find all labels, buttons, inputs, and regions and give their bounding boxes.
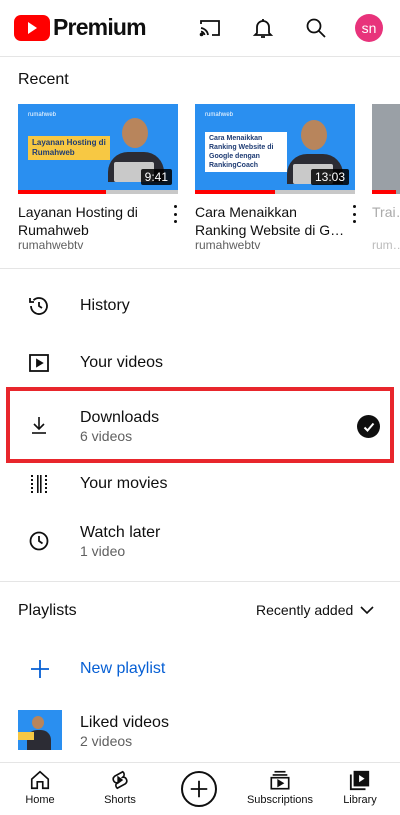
recent-video-channel-2: rumahwebtv	[195, 238, 261, 252]
history-label[interactable]: History	[80, 297, 130, 315]
recent-video-title-3[interactable]: Trai…	[372, 203, 400, 221]
your-movies-label[interactable]: Your movies	[80, 475, 167, 493]
search-icon[interactable]	[302, 14, 330, 42]
thumbnail-caption: Cara Menaikkan Ranking Website di Google…	[205, 132, 287, 172]
thumbnail-caption-block	[18, 732, 34, 740]
liked-videos-thumbnail[interactable]	[18, 710, 62, 750]
watch-progress-bar	[372, 190, 396, 194]
cast-icon[interactable]	[196, 14, 224, 42]
nav-subscriptions[interactable]: Subscriptions	[240, 769, 320, 806]
nav-library-label: Library	[343, 794, 377, 806]
library-icon	[349, 770, 370, 791]
account-avatar[interactable]: sn	[355, 14, 383, 42]
downloaded-check-icon	[357, 415, 380, 438]
home-icon	[30, 770, 50, 790]
create-button[interactable]	[181, 771, 217, 807]
sort-label: Recently added	[256, 602, 354, 618]
plus-icon	[190, 780, 208, 798]
thumbnail-person	[122, 118, 148, 148]
video-duration: 9:41	[140, 169, 172, 185]
sort-dropdown[interactable]: Recently added	[256, 602, 375, 618]
youtube-logo[interactable]: Premium	[14, 14, 147, 41]
watch-later-label[interactable]: Watch later	[80, 524, 160, 542]
watch-progress-remaining	[275, 190, 355, 194]
brand-premium-text: Premium	[53, 14, 147, 40]
thumbnail-caption: Layanan Hosting di Rumahweb	[28, 136, 110, 160]
thumbnail-brand-text: rumahweb	[28, 112, 57, 118]
more-options-icon[interactable]	[349, 205, 359, 223]
liked-videos-label[interactable]: Liked videos	[80, 714, 169, 732]
recent-video-channel-1: rumahwebtv	[18, 238, 84, 252]
your-videos-label[interactable]: Your videos	[80, 354, 163, 372]
chevron-down-icon	[360, 606, 374, 615]
more-options-icon[interactable]	[170, 205, 180, 223]
downloads-count: 6 videos	[80, 428, 133, 444]
recent-section-title: Recent	[18, 71, 69, 88]
thumbnail-person	[301, 120, 327, 150]
play-square-icon	[27, 351, 51, 375]
thumbnail-brand-text: rumahweb	[205, 112, 234, 118]
recent-video-title-2[interactable]: Cara Menaikkan Ranking Website di G…	[195, 203, 345, 239]
subscriptions-icon	[270, 770, 290, 790]
recent-video-thumbnail-2[interactable]: rumahweb Cara Menaikkan Ranking Website …	[195, 104, 355, 194]
recent-video-thumbnail-1[interactable]: rumahweb Layanan Hosting di Rumahweb 9:4…	[18, 104, 178, 194]
watch-progress-bar	[18, 190, 106, 194]
download-icon	[27, 413, 51, 437]
shorts-icon	[112, 770, 128, 790]
playlists-section-title: Playlists	[18, 602, 77, 619]
downloads-highlight-box	[6, 387, 394, 463]
nav-shorts[interactable]: Shorts	[80, 769, 160, 806]
watch-progress-bar	[195, 190, 275, 194]
nav-shorts-label: Shorts	[104, 794, 136, 806]
bottom-navigation: Home Shorts Subscriptions Library	[0, 762, 400, 815]
nav-home[interactable]: Home	[0, 769, 80, 806]
section-divider	[0, 581, 400, 582]
recent-video-channel-3: rum…	[372, 238, 400, 252]
downloads-label[interactable]: Downloads	[80, 409, 159, 427]
nav-library[interactable]: Library	[320, 769, 400, 806]
youtube-play-logo-icon	[14, 14, 50, 41]
nav-home-label: Home	[25, 794, 55, 806]
history-icon	[27, 294, 51, 318]
recent-video-title-1[interactable]: Layanan Hosting di Rumahweb	[18, 203, 168, 239]
clock-icon	[27, 529, 51, 553]
thumbnail-person	[32, 716, 44, 729]
liked-videos-count: 2 videos	[80, 733, 133, 749]
section-divider	[0, 268, 400, 269]
video-duration: 13:03	[310, 169, 349, 185]
watch-later-count: 1 video	[80, 543, 126, 559]
new-playlist-button[interactable]: New playlist	[80, 660, 165, 678]
top-app-bar: Premium sn	[0, 0, 400, 57]
film-icon	[27, 472, 51, 496]
nav-subscriptions-label: Subscriptions	[246, 794, 314, 806]
watch-progress-remaining	[106, 190, 178, 194]
recent-video-thumbnail-3[interactable]	[372, 104, 400, 194]
bell-icon[interactable]	[249, 14, 277, 42]
plus-icon	[28, 657, 52, 681]
